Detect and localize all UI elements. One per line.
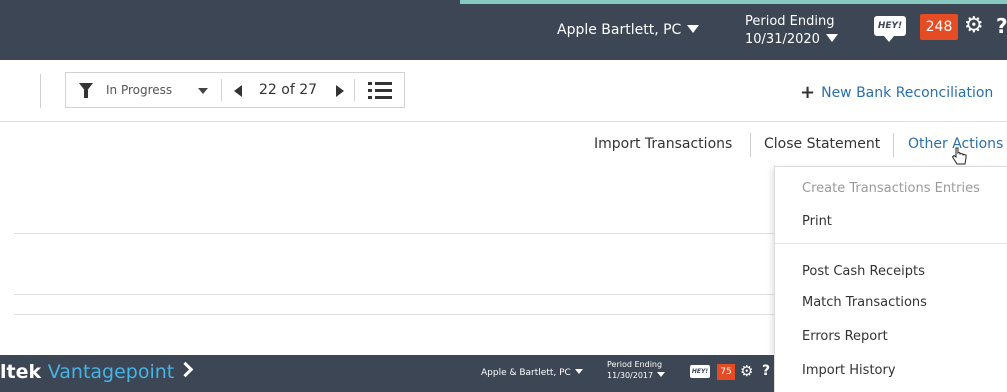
company-selector[interactable]: Apple & Bartlett, PC xyxy=(481,368,583,378)
chevron-right-icon[interactable] xyxy=(177,361,194,378)
divider xyxy=(354,79,355,101)
caret-down-icon xyxy=(574,369,583,374)
period-label: Period Ending xyxy=(607,360,663,369)
period-selector[interactable]: Period Ending 11/30/2017 xyxy=(607,359,666,381)
filter-pager-group: In Progress 22 of 27 xyxy=(65,72,405,108)
period-date: 11/30/2017 xyxy=(607,371,654,380)
period-label: Period Ending xyxy=(745,14,835,29)
help-icon[interactable]: ? xyxy=(762,363,770,379)
menu-item-errors-report[interactable]: Errors Report xyxy=(802,329,888,344)
notification-badge[interactable]: 248 xyxy=(920,14,958,40)
divider xyxy=(893,133,894,157)
accent-strip xyxy=(460,0,1007,4)
pager-label: 22 of 27 xyxy=(259,82,318,98)
brand-logo[interactable]: ltek Vantagepoint xyxy=(0,361,174,383)
caret-down-icon xyxy=(687,25,700,33)
top-header: Apple Bartlett, PC Period Ending 10/31/2… xyxy=(0,0,1007,60)
new-button-label: New Bank Reconciliation xyxy=(821,85,994,101)
plus-icon: + xyxy=(800,82,816,103)
other-actions-menu: Create Transactions Entries Print Post C… xyxy=(774,166,1007,392)
company-selector[interactable]: Apple Bartlett, PC xyxy=(557,22,700,38)
menu-item-print[interactable]: Print xyxy=(802,214,832,229)
period-date: 10/31/2020 xyxy=(745,32,820,47)
import-transactions-link[interactable]: Import Transactions xyxy=(594,136,732,152)
toolbar: In Progress 22 of 27 + New Bank Reconcili… xyxy=(0,60,1007,122)
help-icon[interactable]: ? xyxy=(996,14,1007,38)
prev-arrow-icon[interactable] xyxy=(234,85,242,97)
gear-icon[interactable]: ⚙ xyxy=(964,13,984,38)
divider xyxy=(221,79,222,101)
menu-item-match-transactions[interactable]: Match Transactions xyxy=(802,295,927,310)
brand-prefix: ltek xyxy=(0,361,42,383)
row-divider xyxy=(14,233,774,234)
divider xyxy=(750,133,751,157)
gear-icon[interactable]: ⚙ xyxy=(740,362,753,380)
funnel-stem xyxy=(84,90,88,98)
next-arrow-icon[interactable] xyxy=(336,85,344,97)
menu-item-create-transactions-entries[interactable]: Create Transactions Entries xyxy=(802,181,980,196)
caret-down-icon xyxy=(198,88,208,94)
caret-down-icon xyxy=(825,34,838,42)
period-selector[interactable]: Period Ending 10/31/2020 xyxy=(745,13,838,49)
notification-badge[interactable]: 75 xyxy=(717,364,735,380)
hand-cursor-icon xyxy=(951,147,967,165)
hey-chat-icon[interactable]: HEY! xyxy=(874,16,906,42)
company-name: Apple Bartlett, PC xyxy=(557,22,682,38)
brand-name: Vantagepoint xyxy=(47,361,175,383)
divider xyxy=(40,74,41,108)
status-filter-label: In Progress xyxy=(106,83,173,97)
row-divider xyxy=(14,294,774,295)
menu-divider xyxy=(775,243,1007,244)
row-divider xyxy=(14,314,774,315)
list-icon[interactable] xyxy=(368,81,392,99)
close-statement-link[interactable]: Close Statement xyxy=(764,136,880,152)
hey-chat-icon[interactable]: HEY! xyxy=(690,365,710,378)
new-bank-reconciliation-button[interactable]: + New Bank Reconciliation xyxy=(800,82,993,103)
overlay-header-bar: ltek Vantagepoint Apple & Bartlett, PC P… xyxy=(0,355,774,392)
company-name: Apple & Bartlett, PC xyxy=(481,368,571,378)
caret-down-icon xyxy=(657,372,666,377)
menu-item-import-history[interactable]: Import History xyxy=(802,363,896,378)
menu-item-post-cash-receipts[interactable]: Post Cash Receipts xyxy=(802,264,925,279)
